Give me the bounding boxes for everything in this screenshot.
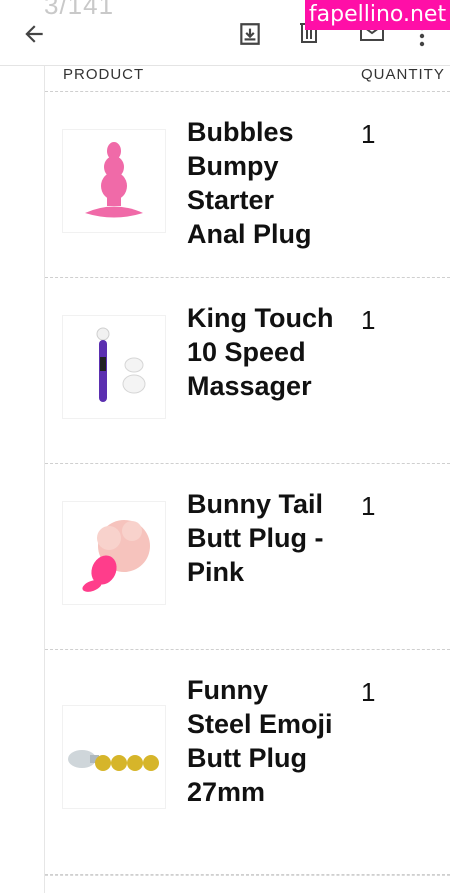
product-quantity: 1 [361,305,376,335]
massager-image [96,327,146,402]
product-image [63,130,165,232]
table-row: Funny Steel Emoji Butt Plug 27mm 1 [45,650,450,875]
product-name: King Touch 10 Speed Massager [187,303,334,401]
emoji-plug-image [68,750,159,771]
product-image [63,502,165,604]
table-header: PRODUCT QUANTITY [45,66,450,92]
product-name: Bubbles Bumpy Starter Anal Plug [187,117,312,249]
table-row: King Touch 10 Speed Massager 1 [45,278,450,464]
product-name: Bunny Tail Butt Plug - Pink [187,489,324,587]
arrow-left-icon [25,25,43,43]
archive-button[interactable] [232,16,268,52]
bunny-tail-plug-image [82,520,150,592]
pink-plug-image [85,142,143,218]
top-app-bar: 3/141 fapellino.net [0,0,450,66]
product-image [63,316,165,418]
product-quantity: 1 [361,119,376,149]
table-bottom-border [45,875,450,876]
message-counter: 3/141 [44,0,115,20]
product-name: Funny Steel Emoji Butt Plug 27mm [187,675,333,807]
table-row: Bunny Tail Butt Plug - Pink 1 [45,464,450,650]
product-image [63,706,165,808]
back-button[interactable] [16,16,52,52]
product-quantity: 1 [361,491,376,521]
table-row: Bubbles Bumpy Starter Anal Plug 1 [45,92,450,278]
left-gutter [0,66,45,893]
archive-icon [240,23,260,45]
watermark-badge: fapellino.net [305,0,450,30]
header-product: PRODUCT [63,66,145,83]
header-quantity: QUANTITY [361,66,445,83]
product-quantity: 1 [361,677,376,707]
